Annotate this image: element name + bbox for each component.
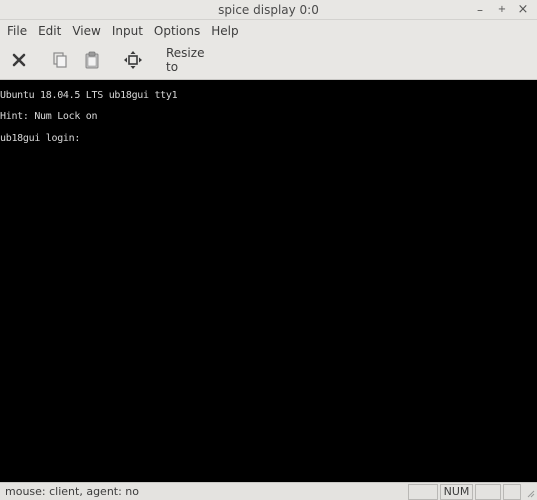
menu-options[interactable]: Options [149, 24, 205, 38]
window-title: spice display 0:0 [218, 3, 319, 17]
menu-file[interactable]: File [2, 24, 32, 38]
menu-help[interactable]: Help [206, 24, 243, 38]
status-cell-scroll [475, 484, 501, 500]
fullscreen-button[interactable] [122, 49, 144, 71]
menu-edit[interactable]: Edit [33, 24, 66, 38]
resize-grip-icon[interactable] [525, 488, 535, 498]
close-icon[interactable]: × [515, 2, 531, 18]
status-text: mouse: client, agent: no [5, 485, 140, 498]
copy-icon [53, 52, 67, 68]
paste-icon [85, 51, 99, 69]
resize-to-button[interactable]: Resize to [166, 46, 220, 74]
paste-button[interactable] [82, 49, 102, 71]
maximize-icon[interactable]: + [494, 2, 510, 18]
move-arrows-icon [124, 51, 142, 69]
menu-bar: File Edit View Input Options Help [0, 20, 537, 41]
menu-input[interactable]: Input [107, 24, 148, 38]
copy-button[interactable] [50, 49, 70, 71]
minimize-icon[interactable]: – [472, 2, 488, 18]
title-bar: spice display 0:0 – + × [0, 0, 537, 20]
terminal-line-os: Ubuntu 18.04.5 LTS ub18gui tty1 [0, 90, 178, 101]
x-icon [12, 53, 26, 67]
vm-display[interactable]: Ubuntu 18.04.5 LTS ub18gui tty1 Hint: Nu… [0, 80, 537, 482]
toolbar: Resize to [0, 41, 537, 80]
status-bar: mouse: client, agent: no NUM [0, 482, 537, 500]
terminal-line-hint: Hint: Num Lock on [0, 111, 98, 122]
num-lock-indicator: NUM [440, 484, 473, 500]
terminal-line-login: ub18gui login: [0, 133, 81, 144]
menu-view[interactable]: View [67, 24, 105, 38]
status-cell-caps [408, 484, 438, 500]
disconnect-button[interactable] [9, 49, 29, 71]
status-cell-extra [503, 484, 521, 500]
